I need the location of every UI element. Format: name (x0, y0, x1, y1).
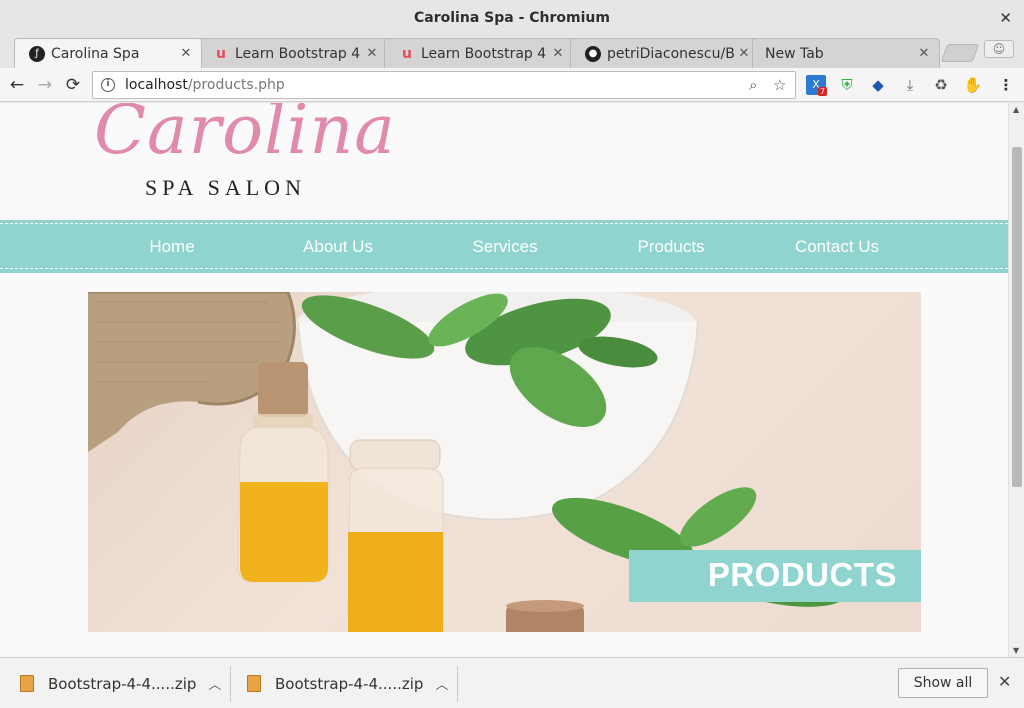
shield-icon[interactable]: ⛨ (837, 75, 857, 95)
chevron-up-icon[interactable]: ︿ (208, 674, 221, 693)
zip-file-icon (247, 675, 261, 692)
url-host: localhost (125, 77, 188, 93)
bookmark-star-icon[interactable]: ☆ (773, 76, 786, 94)
tab-label: Carolina Spa (51, 45, 140, 62)
divider (230, 666, 231, 702)
tab-close-icon[interactable]: ✕ (915, 46, 933, 61)
hero-products-label: PRODUCTS (707, 556, 897, 593)
tab-github[interactable]: ● petriDiaconescu/B ✕ (570, 38, 760, 68)
symfony-icon: ƒ (29, 45, 45, 62)
site-logo-subtitle: SPA SALON (145, 175, 306, 200)
zoom-icon[interactable]: ⌕ (749, 76, 757, 94)
menu-icon[interactable]: ⋮ (996, 75, 1016, 95)
scroll-up-icon[interactable]: ▲ (1013, 105, 1019, 114)
nav-about-us[interactable]: About Us (288, 220, 388, 273)
show-all-button[interactable]: Show all (898, 668, 988, 698)
window-titlebar: Carolina Spa - Chromium ✕ (0, 0, 1024, 36)
close-downloads-icon[interactable]: ✕ (998, 672, 1011, 691)
udemy-icon: u (402, 45, 412, 62)
nav-services[interactable]: Services (455, 220, 555, 273)
scroll-down-icon[interactable]: ▼ (1013, 646, 1019, 655)
tab-close-icon[interactable]: ✕ (549, 46, 567, 61)
nav-products[interactable]: Products (621, 220, 721, 273)
window-close-icon[interactable]: ✕ (999, 9, 1012, 27)
download-item[interactable]: Bootstrap-4-4.....zip ︿ (247, 658, 448, 708)
download-filename: Bootstrap-4-4.....zip (48, 674, 197, 693)
tab-strip: ƒ Carolina Spa ✕ u Learn Bootstrap 4 ✕ u… (0, 36, 1024, 68)
download-shelf: Bootstrap-4-4.....zip ︿ Bootstrap-4-4...… (0, 657, 1024, 708)
browser-toolbar: ← → ⟳ i localhost /products.php ⌕ ☆ X 7 … (0, 68, 1024, 102)
tab-learn-bootstrap-2[interactable]: u Learn Bootstrap 4 ✕ (384, 38, 574, 68)
tab-label: petriDiaconescu/B (607, 45, 735, 62)
back-icon[interactable]: ← (6, 74, 28, 96)
download-icon[interactable]: ⤓ (900, 75, 920, 95)
bird-icon[interactable]: ◆ (868, 75, 888, 95)
page-scrollbar[interactable]: ▲ ▼ (1008, 103, 1024, 657)
address-bar[interactable]: i localhost /products.php ⌕ ☆ (92, 71, 796, 99)
divider (457, 666, 458, 702)
tab-label: Learn Bootstrap 4 (421, 45, 547, 62)
tab-new-tab[interactable]: New Tab ✕ (752, 38, 940, 68)
new-tab-button[interactable] (940, 44, 980, 62)
tab-close-icon[interactable]: ✕ (177, 46, 195, 61)
download-item[interactable]: Bootstrap-4-4.....zip ︿ (20, 658, 221, 708)
reload-icon[interactable]: ⟳ (62, 74, 84, 96)
download-filename: Bootstrap-4-4.....zip (275, 674, 424, 693)
tab-close-icon[interactable]: ✕ (363, 46, 381, 61)
hero-products-badge: PRODUCTS (629, 550, 921, 602)
info-icon[interactable]: i (101, 78, 115, 92)
tab-learn-bootstrap-1[interactable]: u Learn Bootstrap 4 ✕ (198, 38, 388, 68)
gnome-icon[interactable]: ✋ (963, 75, 983, 95)
nav-home[interactable]: Home (122, 220, 222, 273)
udemy-icon: u (216, 45, 226, 62)
window-title: Carolina Spa - Chromium (414, 10, 610, 26)
chevron-up-icon[interactable]: ︿ (435, 674, 448, 693)
recycle-icon[interactable]: ♻ (931, 75, 951, 95)
site-logo-script[interactable]: Carolina (94, 103, 396, 170)
github-icon: ● (585, 45, 601, 62)
nav-contact-us[interactable]: Contact Us (783, 220, 891, 273)
hero-image: PRODUCTS (88, 292, 921, 632)
url-path: /products.php (187, 77, 285, 93)
forward-icon[interactable]: → (34, 74, 56, 96)
scrollbar-thumb[interactable] (1012, 147, 1022, 487)
tab-carolina-spa[interactable]: ƒ Carolina Spa ✕ (14, 38, 202, 68)
profile-icon[interactable]: ☺ (984, 40, 1014, 58)
site-navbar: Home About Us Services Products Contact … (0, 220, 1008, 273)
extension-badge: 7 (818, 87, 828, 96)
zip-file-icon (20, 675, 34, 692)
page-viewport: Carolina SPA SALON Home About Us Service… (0, 103, 1008, 657)
tab-label: Learn Bootstrap 4 (235, 45, 361, 62)
tab-close-icon[interactable]: ✕ (735, 46, 753, 61)
tab-label: New Tab (765, 45, 824, 62)
